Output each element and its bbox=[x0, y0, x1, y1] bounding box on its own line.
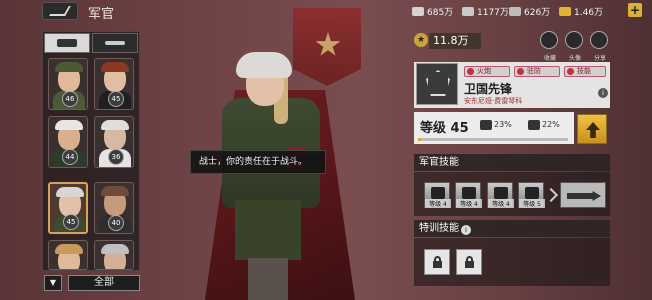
locked-slot-1[interactable] bbox=[424, 249, 450, 275]
officer-rank-emblem bbox=[416, 63, 458, 105]
combat-power: 11.8万 bbox=[429, 33, 481, 49]
resource-ammo: 626万 bbox=[509, 3, 550, 19]
tag-garrison: 驻防 bbox=[514, 66, 560, 77]
ammo-icon bbox=[509, 6, 521, 16]
back-button[interactable] bbox=[42, 2, 78, 20]
gold-icon bbox=[559, 6, 571, 16]
xp-bar-fill bbox=[418, 138, 421, 141]
officer-card[interactable] bbox=[48, 240, 88, 270]
garrison-icon bbox=[517, 68, 524, 75]
officer-info-button[interactable]: i bbox=[598, 88, 608, 98]
attack-stat: 23% bbox=[494, 120, 512, 129]
officer-portrait-hat bbox=[101, 120, 129, 130]
officer-subtitle: 安东尼娅·费雷琴科 bbox=[464, 97, 523, 105]
missile-icon bbox=[567, 191, 601, 201]
officer-card[interactable]: 36 bbox=[94, 116, 134, 168]
skill-3-icon bbox=[494, 187, 508, 199]
officer-level-badge: 36 bbox=[108, 149, 124, 165]
filter-button[interactable]: ▼ bbox=[44, 275, 62, 291]
officer-portrait-hat bbox=[101, 62, 129, 72]
officer-portrait-hat bbox=[56, 187, 84, 197]
officer-card[interactable]: 45 bbox=[94, 58, 134, 110]
special-skills-header: 特训技能 bbox=[414, 220, 610, 237]
steel-icon bbox=[462, 6, 474, 16]
resource-oil: 685万 bbox=[412, 3, 453, 19]
skill-slot-3[interactable]: 等级 4 bbox=[487, 182, 514, 208]
lock-icon bbox=[465, 261, 474, 268]
officer-level-badge: 46 bbox=[62, 91, 78, 107]
tank-icon bbox=[57, 39, 77, 47]
tag-artillery: 火炮 bbox=[464, 66, 510, 77]
officer-ushanka-hat bbox=[236, 52, 292, 78]
defense-stat: 22% bbox=[542, 120, 560, 129]
officer-portrait-hat bbox=[101, 244, 129, 254]
share-button[interactable]: 分享 bbox=[590, 31, 608, 62]
skill-slot-1[interactable]: 等级 4 bbox=[424, 182, 451, 208]
attack-stat-icon bbox=[480, 120, 492, 130]
level-up-button[interactable] bbox=[577, 114, 607, 144]
skill-slot-2[interactable]: 等级 4 bbox=[455, 182, 482, 208]
officer-level-badge: 44 bbox=[62, 149, 78, 165]
officer-level-badge: 40 bbox=[108, 215, 124, 231]
rank-shield-icon bbox=[426, 70, 450, 96]
skill-icon bbox=[567, 68, 574, 75]
artillery-icon bbox=[467, 68, 474, 75]
skill-4-icon bbox=[525, 187, 539, 199]
officer-portrait-hat bbox=[55, 244, 83, 254]
tab-tank[interactable] bbox=[44, 33, 90, 53]
officer-quote-tooltip: 战士，你的责任在于战斗。 bbox=[190, 150, 326, 174]
oil-icon bbox=[412, 6, 424, 16]
page-title: 军官 bbox=[88, 7, 115, 22]
share-label: 分享 bbox=[593, 55, 606, 62]
ultimate-skill-slot[interactable] bbox=[560, 182, 606, 208]
special-skills-info-button[interactable]: i bbox=[461, 225, 471, 235]
avatar-button[interactable]: 头像 bbox=[565, 31, 583, 62]
officer-skills-header: 军官技能 bbox=[414, 154, 610, 171]
officer-card[interactable]: 40 bbox=[94, 182, 134, 234]
skill-slot-4[interactable]: 等级 5 bbox=[518, 182, 545, 208]
officer-card[interactable] bbox=[94, 240, 134, 270]
add-gold-button[interactable]: + bbox=[628, 3, 642, 17]
power-star-icon: ★ bbox=[414, 33, 428, 47]
officer-portrait-hat bbox=[55, 62, 83, 72]
officer-card[interactable]: 44 bbox=[48, 116, 88, 168]
officer-card[interactable]: 46 bbox=[48, 58, 88, 110]
officer-legs bbox=[248, 258, 288, 300]
xp-bar bbox=[418, 138, 568, 141]
officer-skirt bbox=[235, 200, 301, 260]
resource-gold: 1.46万 bbox=[559, 3, 603, 19]
favorite-button[interactable]: 收藏 bbox=[540, 31, 558, 62]
skill-1-icon bbox=[431, 187, 445, 199]
officer-portrait-hat bbox=[101, 186, 129, 196]
officer-portrait-hat bbox=[55, 120, 83, 130]
officer-card[interactable]: 45 bbox=[48, 182, 88, 234]
officer-level-badge: 45 bbox=[108, 91, 124, 107]
officer-level: 等级 45 bbox=[420, 121, 469, 136]
lock-icon bbox=[433, 261, 442, 268]
tag-skill: 技能 bbox=[564, 66, 606, 77]
resource-steel: 1177万 bbox=[462, 3, 509, 19]
plane-icon bbox=[105, 41, 125, 45]
officer-name: 卫国先锋 bbox=[464, 82, 513, 96]
up-arrow-icon bbox=[586, 122, 600, 138]
filter-all-dropdown[interactable]: 全部 bbox=[68, 275, 140, 291]
skill-2-icon bbox=[462, 187, 476, 199]
back-arrow-icon bbox=[49, 6, 71, 16]
officer-level-badge: 45 bbox=[63, 214, 79, 230]
defense-stat-icon bbox=[528, 120, 540, 130]
tab-plane[interactable] bbox=[92, 33, 138, 53]
locked-slot-2[interactable] bbox=[456, 249, 482, 275]
